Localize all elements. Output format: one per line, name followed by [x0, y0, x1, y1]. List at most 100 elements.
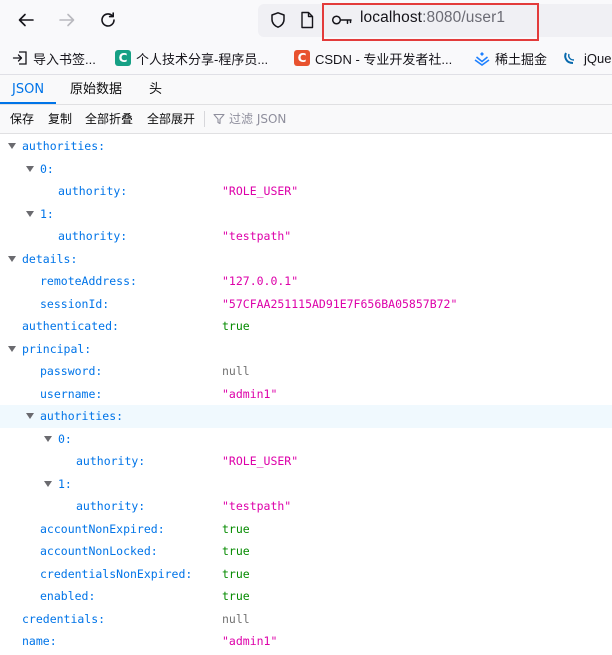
- tree-node-row[interactable]: 1:: [0, 203, 612, 226]
- expand-all-button[interactable]: 全部展开: [147, 105, 195, 133]
- bookmark-juejin[interactable]: 稀土掘金: [474, 48, 547, 68]
- import-icon: [12, 50, 28, 66]
- url-path: :8080/user1: [422, 9, 506, 26]
- tab-json[interactable]: JSON: [0, 75, 57, 104]
- json-key: password:: [40, 364, 103, 378]
- json-value: "57CFAA251115AD91E7F656BA05857B72": [222, 296, 458, 311]
- tracking-protection-button[interactable]: [265, 7, 291, 33]
- expand-toggle-icon[interactable]: [26, 210, 34, 217]
- tree-node-row[interactable]: 1:: [0, 473, 612, 496]
- json-value: true: [222, 589, 250, 603]
- json-value: "ROLE_USER": [222, 184, 299, 198]
- tree-property-row: authority: "ROLE_USER": [0, 180, 612, 203]
- tree-node-row[interactable]: details:: [0, 248, 612, 271]
- bookmarks-bar: 导入书签... C 个人技术分享-程序员... C CSDN - 专业开发者社.…: [0, 41, 612, 75]
- reload-button[interactable]: [95, 7, 121, 33]
- key-icon: [331, 15, 352, 25]
- json-key: 1:: [40, 206, 54, 221]
- json-value: "testpath": [222, 229, 292, 243]
- filter-json-input[interactable]: 过滤 JSON: [213, 105, 286, 133]
- expand-toggle-icon[interactable]: [8, 345, 16, 352]
- collapse-all-button[interactable]: 全部折叠: [85, 105, 133, 133]
- page-info-button[interactable]: [294, 7, 320, 33]
- expand-toggle-icon[interactable]: [8, 143, 16, 149]
- json-value: "ROLE_USER": [222, 454, 299, 468]
- bookmark-personal-blog[interactable]: C 个人技术分享-程序员...: [115, 48, 268, 68]
- json-key: principal:: [22, 341, 92, 356]
- bookmark-import[interactable]: 导入书签...: [12, 48, 96, 68]
- csdn-favicon-icon: C: [294, 50, 310, 66]
- tree-property-row: authority: "ROLE_USER": [0, 450, 612, 473]
- url-text[interactable]: localhost:8080/user1: [360, 9, 505, 27]
- json-value: "admin1": [222, 386, 278, 401]
- forward-arrow-icon: [59, 13, 75, 27]
- tree-property-row: name: "admin1": [0, 630, 612, 653]
- expand-toggle-icon[interactable]: [26, 165, 34, 172]
- tree-node-row[interactable]: authorities:: [0, 135, 612, 158]
- juejin-icon: [474, 50, 490, 66]
- json-key: details:: [22, 251, 78, 266]
- json-key: 0:: [58, 431, 72, 446]
- tree-node-row[interactable]: authorities:: [0, 405, 612, 428]
- tree-property-row: password: null: [0, 360, 612, 383]
- tab-raw-data[interactable]: 原始数据: [58, 75, 134, 104]
- json-key: credentials:: [22, 611, 106, 626]
- json-key: username:: [40, 386, 103, 401]
- tree-property-row: credentials: null: [0, 608, 612, 631]
- bookmark-csdn[interactable]: C CSDN - 专业开发者社...: [294, 48, 452, 68]
- expand-toggle-icon[interactable]: [44, 435, 52, 442]
- forward-button[interactable]: [54, 7, 80, 33]
- tree-property-row: sessionId: "57CFAA251115AD91E7F656BA05857…: [0, 293, 612, 316]
- json-key: authorities:: [40, 409, 124, 423]
- json-tree: authorities: 0: authority: "ROLE_USER" 1: aut…: [0, 135, 612, 655]
- shield-icon: [271, 12, 285, 28]
- expand-toggle-icon[interactable]: [8, 255, 16, 262]
- reload-icon: [101, 12, 115, 27]
- tree-property-row: credentialsNonExpired: true: [0, 563, 612, 586]
- bookmark-label: 导入书签...: [33, 51, 96, 67]
- json-key: enabled:: [40, 589, 96, 603]
- bookmark-label: 稀土掘金: [495, 51, 548, 67]
- url-host: localhost: [360, 9, 423, 26]
- json-value: true: [222, 319, 250, 333]
- json-value: "127.0.0.1": [222, 274, 299, 288]
- json-key: accountNonExpired:: [40, 521, 165, 536]
- tree-node-row[interactable]: 0:: [0, 158, 612, 181]
- json-toolbar: 保存 复制 全部折叠 全部展开 过滤 JSON: [0, 105, 612, 134]
- tree-property-row: username: "admin1": [0, 383, 612, 406]
- json-key: authorities:: [22, 139, 106, 153]
- json-value: null: [222, 611, 250, 626]
- tree-property-row: enabled: true: [0, 585, 612, 608]
- json-value: "admin1": [222, 634, 278, 648]
- permissions-button[interactable]: [329, 7, 355, 33]
- back-arrow-icon: [18, 13, 34, 27]
- json-key: authority:: [58, 184, 128, 198]
- tree-property-row: authority: "testpath": [0, 225, 612, 248]
- tree-property-row: accountNonExpired: true: [0, 518, 612, 541]
- json-key: 0:: [40, 161, 54, 176]
- json-value: true: [222, 544, 250, 558]
- expand-toggle-icon[interactable]: [44, 480, 52, 487]
- bookmark-label: CSDN - 专业开发者社...: [315, 51, 453, 67]
- json-value: true: [222, 566, 250, 581]
- expand-toggle-icon[interactable]: [26, 413, 34, 419]
- json-key: accountNonLocked:: [40, 544, 158, 558]
- tab-headers[interactable]: 头: [137, 75, 174, 104]
- page-icon: [301, 11, 314, 29]
- back-button[interactable]: [13, 7, 39, 33]
- json-key: credentialsNonExpired:: [40, 566, 193, 581]
- filter-placeholder: 过滤 JSON: [229, 112, 287, 126]
- tree-node-row[interactable]: 0:: [0, 428, 612, 451]
- save-button[interactable]: 保存: [10, 105, 34, 133]
- tree-property-row: accountNonLocked: true: [0, 540, 612, 563]
- json-key: sessionId:: [40, 296, 110, 311]
- tree-property-row: remoteAddress: "127.0.0.1": [0, 270, 612, 293]
- copy-button[interactable]: 复制: [48, 105, 72, 133]
- bookmark-jquery[interactable]: jQue: [563, 48, 611, 68]
- json-key: 1:: [58, 476, 72, 491]
- jquery-icon: [563, 50, 579, 66]
- toolbar-divider: [204, 111, 205, 127]
- tree-property-row: authority: "testpath": [0, 495, 612, 518]
- c-favicon-icon: C: [115, 50, 131, 66]
- tree-node-row[interactable]: principal:: [0, 338, 612, 361]
